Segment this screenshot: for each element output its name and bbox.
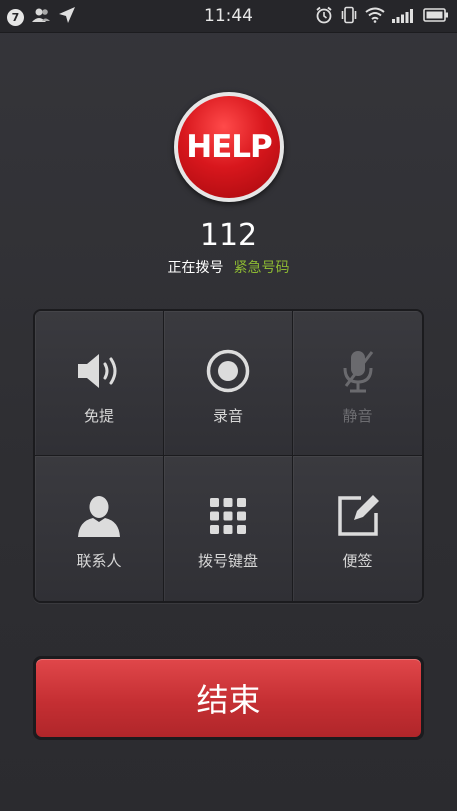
speaker-button[interactable]: 免提 (35, 311, 164, 456)
contact-person-icon (76, 492, 122, 540)
keypad-icon (208, 492, 248, 540)
dialed-number: 112 (199, 218, 258, 253)
battery-icon (423, 7, 449, 27)
vibrate-icon (340, 6, 358, 28)
keypad-button[interactable]: 拨号键盘 (164, 456, 293, 601)
end-call-bar: 结束 (33, 656, 424, 740)
keypad-label: 拨号键盘 (197, 552, 258, 570)
record-button[interactable]: 录音 (164, 311, 293, 456)
wifi-icon (365, 7, 385, 27)
mute-button[interactable]: 静音 (293, 311, 422, 456)
emergency-number-label: 紧急号码 (233, 260, 290, 276)
help-badge-text: HELP (178, 96, 280, 198)
speaker-icon (74, 347, 124, 395)
contacts-label: 联系人 (76, 552, 122, 570)
call-status-line: 正在拨号 紧急号码 (0, 257, 457, 277)
signal-icon (392, 7, 416, 27)
in-call-controls: 免提 录音 静音 联系人 拨号键盘 便签 (33, 309, 424, 603)
emergency-help-emblem: HELP (174, 92, 284, 202)
speaker-label: 免提 (83, 407, 114, 425)
record-label: 录音 (212, 407, 243, 425)
end-call-button[interactable]: 结束 (36, 659, 421, 737)
mute-label: 静音 (342, 407, 373, 425)
note-label: 便签 (342, 552, 373, 570)
mute-icon (338, 347, 378, 395)
contacts-button[interactable]: 联系人 (35, 456, 164, 601)
note-edit-icon (335, 492, 381, 540)
status-right (315, 6, 449, 28)
status-bar: 7 11:44 (0, 0, 457, 33)
record-icon (205, 347, 251, 395)
call-status: 正在拨号 (167, 260, 224, 276)
call-screen: 7 11:44 HELP 112 正在拨号 紧急号码 免提 录音 静音 联系人 … (0, 0, 457, 811)
note-button[interactable]: 便签 (293, 456, 422, 601)
alarm-icon (315, 6, 333, 28)
